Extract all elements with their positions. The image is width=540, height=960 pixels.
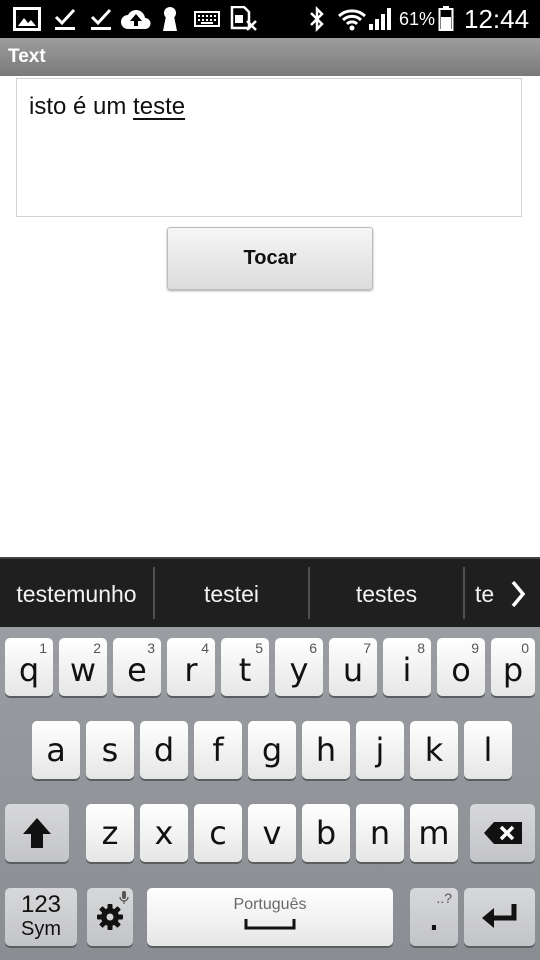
key-label: y <box>289 651 309 689</box>
key-t[interactable]: 5t <box>221 638 269 696</box>
key-e[interactable]: 3e <box>113 638 161 696</box>
clock: 12:44 <box>464 4 530 34</box>
gear-icon <box>97 904 123 930</box>
key-q[interactable]: 1q <box>5 638 53 696</box>
key-y[interactable]: 6y <box>275 638 323 696</box>
suggestion-item[interactable]: testei <box>155 559 308 629</box>
key-w[interactable]: 2w <box>59 638 107 696</box>
key-p[interactable]: 0p <box>491 638 535 696</box>
key-label: r <box>184 651 198 689</box>
key-b[interactable]: b <box>302 804 350 862</box>
key-hint: 3 <box>147 640 155 656</box>
key-label: u <box>342 651 364 689</box>
language-label: Português <box>233 896 307 913</box>
key-s[interactable]: s <box>86 721 134 779</box>
settings-key[interactable] <box>87 888 133 946</box>
microphone-icon <box>119 891 129 904</box>
battery-icon <box>437 6 455 32</box>
key-r[interactable]: 4r <box>167 638 215 696</box>
key-g[interactable]: g <box>248 721 296 779</box>
key-hint: 4 <box>201 640 209 656</box>
key-c[interactable]: c <box>194 804 242 862</box>
key-label: t <box>238 651 252 689</box>
suggestion-item[interactable]: te <box>465 559 496 629</box>
keyboard-icon <box>193 6 221 32</box>
keyhole-icon <box>160 6 180 32</box>
key-hint: 2 <box>93 640 101 656</box>
key-label: p <box>502 651 524 689</box>
key-hint: 7 <box>363 640 371 656</box>
key-j[interactable]: j <box>356 721 404 779</box>
signal-icon <box>366 6 394 32</box>
enter-icon <box>481 904 516 928</box>
enter-key[interactable] <box>464 888 535 946</box>
input-text: isto é um teste <box>29 93 185 121</box>
key-a[interactable]: a <box>32 721 80 779</box>
key-u[interactable]: 7u <box>329 638 377 696</box>
key-v[interactable]: v <box>248 804 296 862</box>
check-icon <box>88 6 114 32</box>
text-input[interactable]: isto é um teste <box>16 78 522 217</box>
image-icon <box>12 6 42 32</box>
key-i[interactable]: 8i <box>383 638 431 696</box>
period-key[interactable]: ..? . <box>410 888 458 946</box>
key-label: i <box>402 651 412 689</box>
key-o[interactable]: 9o <box>437 638 485 696</box>
key-label: o <box>451 651 471 689</box>
backspace-icon <box>483 822 522 844</box>
space-bar-icon <box>244 919 296 930</box>
page-title: Text <box>8 46 46 67</box>
key-d[interactable]: d <box>140 721 188 779</box>
key-z[interactable]: z <box>86 804 134 862</box>
cloud-upload-icon <box>120 6 152 32</box>
sym-key[interactable]: 123 Sym <box>5 888 77 946</box>
backspace-key[interactable] <box>470 804 535 862</box>
status-bar: 61% 12:44 <box>0 0 540 38</box>
key-n[interactable]: n <box>356 804 404 862</box>
suggestion-item[interactable]: testemunho <box>0 559 153 629</box>
sym-key-label-bottom: Sym <box>21 918 61 940</box>
key-hint: 5 <box>255 640 263 656</box>
key-h[interactable]: h <box>302 721 350 779</box>
key-hint: 9 <box>471 640 479 656</box>
key-l[interactable]: l <box>464 721 512 779</box>
key-x[interactable]: x <box>140 804 188 862</box>
key-label: q <box>18 651 40 689</box>
sim-card-x-icon <box>230 6 258 32</box>
suggestion-bar: testemunho testei testes te <box>0 557 540 629</box>
key-label: w <box>69 651 97 689</box>
title-bar: Text <box>0 38 540 76</box>
tocar-button[interactable]: Tocar <box>167 227 373 290</box>
check-icon <box>52 6 78 32</box>
key-hint: 6 <box>309 640 317 656</box>
keyboard: 1q 2w 3e 4r 5t 6y 7u 8i 9o 0p a s d f g … <box>0 627 540 960</box>
key-hint: 8 <box>417 640 425 656</box>
shift-arrow-icon <box>23 818 51 848</box>
suggestion-item[interactable]: testes <box>310 559 463 629</box>
sym-key-label-top: 123 <box>20 891 62 918</box>
key-k[interactable]: k <box>410 721 458 779</box>
key-m[interactable]: m <box>410 804 458 862</box>
key-f[interactable]: f <box>194 721 242 779</box>
key-label: e <box>127 651 147 689</box>
input-text-composing: teste <box>133 93 186 120</box>
space-key[interactable]: Português <box>147 888 393 946</box>
key-hint: 1 <box>39 640 47 656</box>
key-hint: ..? <box>436 890 452 906</box>
wifi-icon <box>337 6 367 32</box>
battery-percent: 61% <box>399 9 436 29</box>
shift-key[interactable] <box>5 804 69 862</box>
input-text-committed: isto é um <box>29 93 134 120</box>
chevron-right-icon[interactable] <box>496 559 540 629</box>
key-hint: 0 <box>521 640 529 656</box>
bluetooth-icon <box>306 6 328 32</box>
